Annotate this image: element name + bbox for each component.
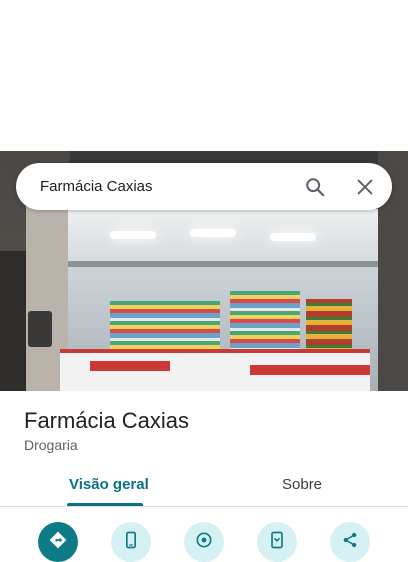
- photo-counter-stripe: [250, 365, 370, 375]
- call-button[interactable]: [111, 522, 151, 562]
- tab-divider: [0, 506, 408, 507]
- search-icon[interactable]: [304, 176, 326, 198]
- search-input[interactable]: Farmácia Caxias: [40, 178, 153, 195]
- blank-area: [0, 0, 408, 151]
- share-icon: [343, 532, 357, 548]
- save-icon: [271, 531, 283, 549]
- photo-beam: [68, 261, 378, 267]
- nearby-button[interactable]: [184, 522, 224, 562]
- directions-button[interactable]: [38, 522, 78, 562]
- place-category: Drogaria: [24, 437, 78, 453]
- search-bar[interactable]: Farmácia Caxias: [16, 163, 392, 210]
- directions-icon: [49, 531, 67, 549]
- phone-icon: [126, 531, 136, 549]
- close-icon[interactable]: [354, 176, 376, 198]
- photo-shelf: [230, 291, 300, 351]
- photo-light: [110, 231, 156, 239]
- photo-light: [190, 229, 236, 237]
- photo-intercom: [28, 311, 52, 347]
- tab-about[interactable]: Sobre: [282, 476, 322, 493]
- share-button[interactable]: [330, 522, 370, 562]
- tab-overview[interactable]: Visão geral: [69, 476, 149, 493]
- photo-light: [270, 233, 316, 241]
- place-name: Farmácia Caxias: [24, 408, 190, 433]
- photo-counter-stripe: [90, 361, 170, 371]
- photo-door: [0, 251, 26, 391]
- save-button[interactable]: [257, 522, 297, 562]
- location-icon: [196, 532, 212, 548]
